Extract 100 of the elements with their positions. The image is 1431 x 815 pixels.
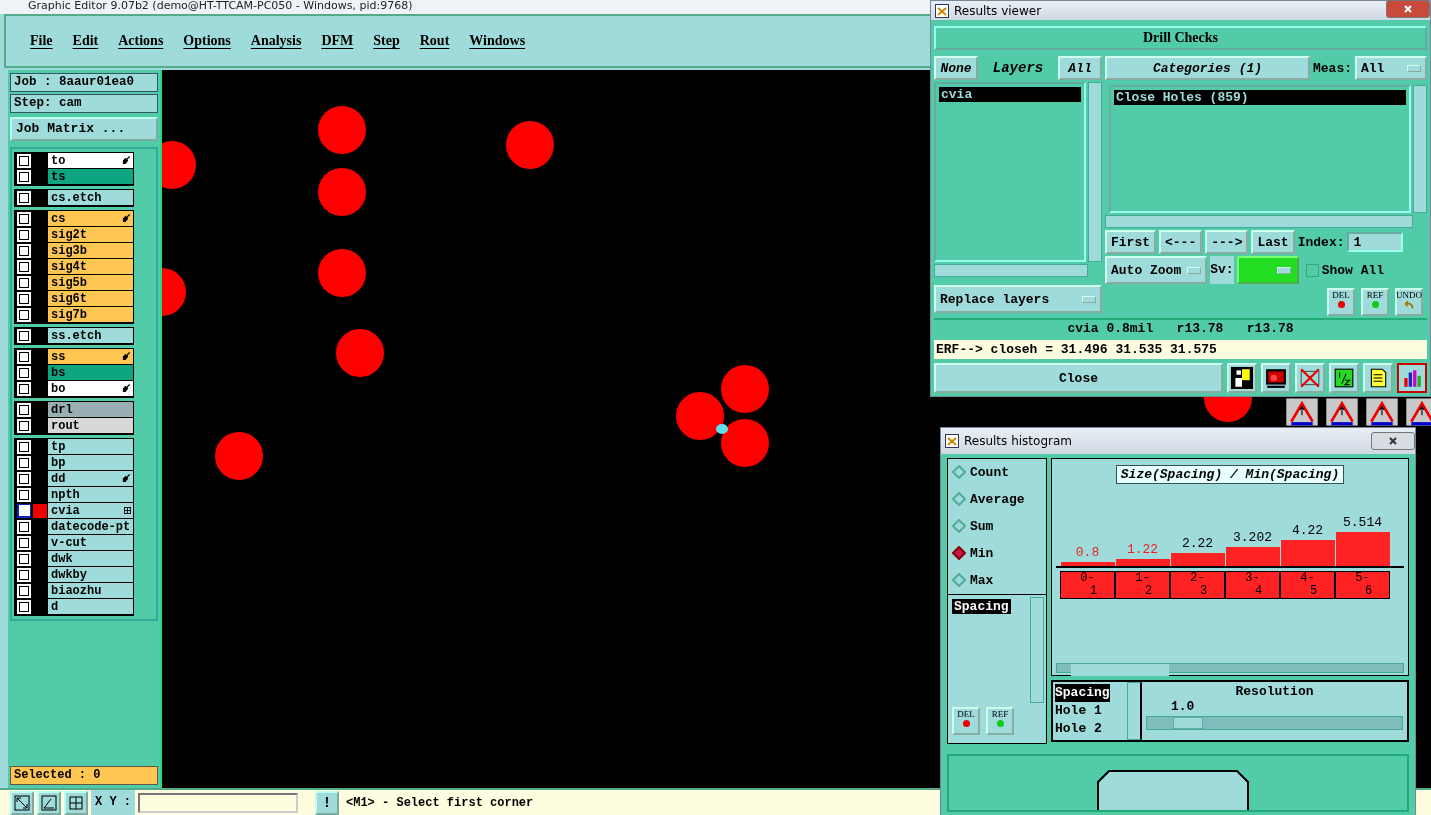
layer-checkbox[interactable]	[17, 227, 31, 242]
layer-checkbox[interactable]	[17, 365, 31, 380]
menu-item[interactable]: Rout	[409, 32, 460, 49]
grid-icon[interactable]	[64, 790, 88, 815]
coordinate-field[interactable]	[138, 792, 298, 813]
layer-checkbox[interactable]	[17, 503, 31, 518]
layer-checkbox[interactable]	[17, 169, 31, 184]
list-item[interactable]: Hole 2	[1055, 720, 1125, 738]
layer-row[interactable]: bs	[48, 365, 133, 381]
layer-row[interactable]: bo	[48, 381, 133, 397]
navigation-button[interactable]: <---	[1159, 230, 1203, 254]
layer-checkbox[interactable]	[17, 402, 31, 417]
scrollbar[interactable]	[1030, 597, 1044, 703]
scrollbar[interactable]	[1127, 682, 1142, 740]
index-field[interactable]: 1	[1347, 232, 1404, 252]
layer-row[interactable]: dd	[48, 471, 133, 487]
layer-row[interactable]: dwk	[48, 551, 133, 567]
cross-icon[interactable]	[1295, 363, 1325, 393]
ref-button[interactable]: REF	[986, 707, 1014, 735]
menu-item[interactable]: Windows	[459, 32, 536, 49]
radio-button[interactable]	[952, 465, 966, 479]
layer-row[interactable]: sig5b	[48, 275, 133, 291]
show-all-checkbox[interactable]	[1305, 263, 1319, 277]
navigation-button[interactable]: --->	[1205, 230, 1249, 254]
layer-checkbox[interactable]	[17, 153, 31, 168]
layer-row[interactable]: sig6t	[48, 291, 133, 307]
bar[interactable]	[1170, 552, 1225, 567]
layer-checkbox[interactable]	[17, 455, 31, 470]
document-icon[interactable]	[1363, 363, 1393, 393]
menu-item[interactable]: Actions	[108, 32, 174, 49]
layer-checkbox[interactable]	[17, 328, 31, 343]
layer-checkbox[interactable]	[17, 381, 31, 396]
layer-checkbox[interactable]	[17, 190, 31, 205]
layer-row[interactable]: dwkby	[48, 567, 133, 583]
layer-row[interactable]: sig2t	[48, 227, 133, 243]
layer-row[interactable]: datecode-pt	[48, 519, 133, 535]
layer-row[interactable]: sig4t	[48, 259, 133, 275]
layer-row[interactable]: sig3b	[48, 243, 133, 259]
slider-thumb[interactable]	[1172, 717, 1203, 729]
scrollbar[interactable]	[1105, 215, 1413, 228]
menu-item[interactable]: Analysis	[240, 32, 312, 49]
list-item[interactable]: Spacing	[952, 599, 1011, 614]
layer-row[interactable]: cs.etch	[48, 190, 133, 206]
layer-row[interactable]: sig7b	[48, 307, 133, 323]
layer-row[interactable]: d	[48, 599, 133, 615]
layer-checkbox[interactable]	[17, 259, 31, 274]
monitor-icon[interactable]	[1261, 363, 1291, 393]
layer-checkbox[interactable]	[17, 567, 31, 582]
layer-row[interactable]: to	[48, 153, 133, 169]
layer-checkbox[interactable]	[17, 535, 31, 550]
layer-row[interactable]: cvia	[48, 503, 133, 519]
layer-checkbox[interactable]	[17, 487, 31, 502]
layer-row[interactable]: ss.etch	[48, 328, 133, 344]
layer-checkbox[interactable]	[17, 418, 31, 433]
layer-filter-button[interactable]: None	[934, 56, 978, 80]
menu-item[interactable]: Edit	[62, 32, 109, 49]
pad[interactable]	[676, 391, 724, 440]
job-matrix-button[interactable]: Job Matrix ...	[10, 116, 158, 141]
layer-checkbox[interactable]	[17, 599, 31, 614]
list-item[interactable]: Spacing	[1055, 684, 1110, 702]
layer-checkbox[interactable]	[17, 583, 31, 598]
layer-row[interactable]: biaozhu	[48, 583, 133, 599]
layer-checkbox[interactable]	[17, 275, 31, 290]
layer-row[interactable]: rout	[48, 418, 133, 434]
layer-row[interactable]: npth	[48, 487, 133, 503]
layer-checkbox[interactable]	[17, 307, 31, 322]
layer-checkbox[interactable]	[17, 551, 31, 566]
replace-mode-dropdown[interactable]: Replace layers	[934, 285, 1102, 313]
menu-item[interactable]: Step	[363, 32, 410, 49]
layer-checkbox[interactable]	[17, 471, 31, 486]
pad[interactable]	[721, 418, 769, 467]
layer-checkbox[interactable]	[17, 243, 31, 258]
ref-button[interactable]: REF	[1361, 288, 1389, 316]
navigation-button[interactable]: First	[1105, 230, 1156, 254]
angle-icon[interactable]	[37, 790, 61, 815]
triangle-icon[interactable]	[1326, 397, 1358, 426]
radio-button[interactable]	[952, 573, 966, 587]
layer-checkbox[interactable]	[17, 519, 31, 534]
layer-checkbox[interactable]	[17, 349, 31, 364]
categories-button[interactable]: Categories (1)	[1105, 56, 1310, 80]
resolution-slider[interactable]	[1146, 716, 1403, 730]
bar[interactable]	[1115, 558, 1170, 567]
del-button[interactable]: DEL	[1327, 288, 1355, 316]
bar-chart-icon[interactable]	[1397, 363, 1427, 393]
layer-checkbox[interactable]	[17, 291, 31, 306]
layer-row[interactable]: bp	[48, 455, 133, 471]
scrollbar[interactable]	[1413, 85, 1427, 213]
undo-button[interactable]: UNDO	[1395, 288, 1423, 316]
menu-item[interactable]: Options	[173, 32, 241, 49]
close-button[interactable]	[1386, 0, 1430, 18]
list-item[interactable]: Hole 1	[1055, 702, 1125, 720]
fraction-icon[interactable]	[1329, 363, 1359, 393]
scrollbar[interactable]	[1056, 662, 1404, 673]
list-item[interactable]: Close Holes (859)	[1114, 90, 1406, 105]
triangle-icon[interactable]	[1406, 397, 1431, 426]
zoom-mode-dropdown[interactable]: Auto Zoom	[1105, 256, 1208, 284]
layer-row[interactable]: ts	[48, 169, 133, 185]
layer-row[interactable]: ss	[48, 349, 133, 365]
meas-dropdown[interactable]: All	[1355, 56, 1427, 80]
figure-icon[interactable]	[1227, 363, 1257, 393]
